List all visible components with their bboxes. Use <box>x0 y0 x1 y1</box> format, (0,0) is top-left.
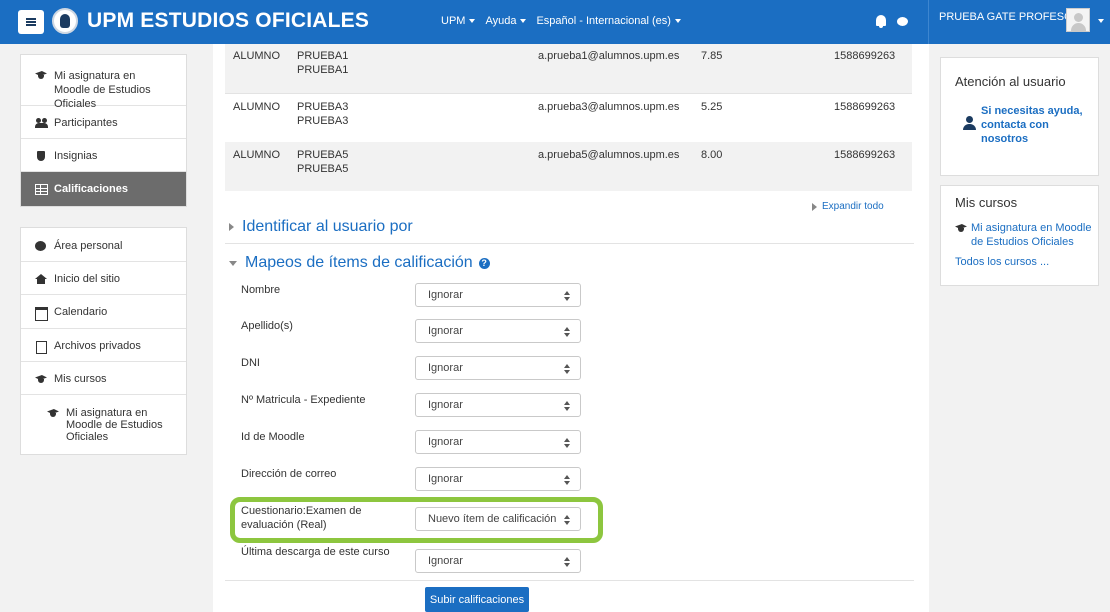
section-divider <box>225 243 914 244</box>
table-row: ALUMNO PRUEBA5 PRUEBA5 a.prueba5@alumnos… <box>225 142 912 191</box>
mapping-select-moodle-id[interactable]: Ignorar <box>415 430 581 454</box>
file-icon <box>35 341 48 354</box>
sidebar-item-dashboard[interactable]: Área personal <box>21 228 186 262</box>
mapping-select-dni[interactable]: Ignorar <box>415 356 581 380</box>
users-icon <box>35 118 48 128</box>
user-avatar[interactable] <box>1066 8 1090 32</box>
user-menu-caret-icon[interactable] <box>1098 19 1104 23</box>
calendar-icon <box>35 307 48 321</box>
course-nav-block: Mi asignatura en Moodle de Estudios Ofic… <box>20 54 187 207</box>
section-grade-mappings[interactable]: Mapeos de ítems de calificación ? <box>229 254 490 272</box>
site-brand[interactable]: UPM ESTUDIOS OFICIALES <box>87 9 369 33</box>
mapping-label: Nombre <box>241 284 281 296</box>
support-block: Atención al usuario Si necesitas ayuda, … <box>940 57 1099 176</box>
select-arrows-icon <box>564 557 570 567</box>
select-arrows-icon <box>564 438 570 448</box>
section-divider <box>225 580 914 581</box>
triangle-right-icon <box>812 202 817 211</box>
mapping-label: DNI <box>241 357 260 369</box>
triangle-right-icon <box>229 223 234 231</box>
nav-menu: UPM Ayuda Español - Internacional (es) <box>441 15 687 27</box>
right-sidebar: Atención al usuario Si necesitas ayuda, … <box>929 44 1110 612</box>
home-icon <box>35 274 48 284</box>
mapping-label: Dirección de correo <box>241 468 337 480</box>
table-row: ALUMNO PRUEBA3 PRUEBA3 a.prueba3@alumnos… <box>225 93 912 142</box>
main-content: ALUMNO PRUEBA1 PRUEBA1 a.prueba1@alumnos… <box>213 44 929 612</box>
mapping-select-last-download[interactable]: Ignorar <box>415 549 581 573</box>
menu-upm[interactable]: UPM <box>441 15 476 27</box>
graduation-cap-icon <box>35 70 48 80</box>
top-navbar: UPM ESTUDIOS OFICIALES UPM Ayuda Español… <box>0 0 1110 44</box>
menu-language[interactable]: Español - Internacional (es) <box>536 15 681 27</box>
menu-toggle-button[interactable] <box>18 10 44 34</box>
mapping-select-matricula[interactable]: Ignorar <box>415 393 581 417</box>
table-icon <box>35 184 48 195</box>
caret-down-icon <box>520 19 527 23</box>
upm-logo[interactable] <box>52 8 78 34</box>
graduation-cap-icon <box>955 223 968 233</box>
select-arrows-icon <box>564 364 570 374</box>
select-arrows-icon <box>564 401 570 411</box>
mapping-label: Id de Moodle <box>241 431 305 443</box>
graduation-cap-icon <box>47 408 60 418</box>
user-name[interactable]: PRUEBA GATE PROFESOR <box>939 11 1081 23</box>
sidebar-item-course[interactable]: Mi asignatura en Moodle de Estudios Ofic… <box>21 55 186 110</box>
expand-all-link[interactable]: Expandir todo <box>812 201 884 212</box>
select-arrows-icon <box>564 291 570 301</box>
section-identify-user[interactable]: Identificar al usuario por <box>229 218 413 236</box>
menu-ayuda[interactable]: Ayuda <box>485 15 527 27</box>
site-nav-block: Área personal Inicio del sitio Calendari… <box>20 227 187 455</box>
sidebar-item-private-files[interactable]: Archivos privados <box>21 329 186 362</box>
support-link[interactable]: Si necesitas ayuda, contacta con nosotro… <box>981 104 1096 146</box>
caret-down-icon <box>674 19 681 23</box>
triangle-down-icon <box>229 260 237 266</box>
mapping-label: Última descarga de este curso <box>241 546 390 558</box>
sidebar-item-calendar[interactable]: Calendario <box>21 295 186 329</box>
sidebar-item-my-courses[interactable]: Mis cursos <box>21 362 186 395</box>
left-sidebar: Mi asignatura en Moodle de Estudios Ofic… <box>0 44 205 612</box>
select-arrows-icon <box>564 475 570 485</box>
mapping-select-nombre[interactable]: Ignorar <box>415 283 581 307</box>
navbar-divider <box>928 0 929 44</box>
notifications-bell-icon[interactable] <box>876 15 886 28</box>
sidebar-item-my-course-entry[interactable]: Mi asignatura en Moodle de Estudios Ofic… <box>21 395 186 454</box>
mapping-select-apellidos[interactable]: Ignorar <box>415 319 581 343</box>
messages-chat-icon[interactable] <box>897 17 908 26</box>
help-icon[interactable]: ? <box>478 257 490 269</box>
my-courses-title: Mis cursos <box>955 195 1018 210</box>
select-arrows-icon <box>564 327 570 337</box>
highlight-annotation <box>230 497 603 543</box>
sidebar-item-grades[interactable]: Calificaciones <box>21 172 186 206</box>
graduation-cap-icon <box>35 374 48 384</box>
mapping-label: Apellido(s) <box>241 320 293 332</box>
mapping-label: Nº Matricula - Expediente <box>241 394 366 406</box>
sidebar-item-badges[interactable]: Insignias <box>21 139 186 172</box>
upload-grades-button[interactable]: Subir calificaciones <box>425 587 529 612</box>
support-person-icon <box>963 116 976 130</box>
sidebar-item-site-home[interactable]: Inicio del sitio <box>21 262 186 295</box>
caret-down-icon <box>469 19 476 23</box>
all-courses-link[interactable]: Todos los cursos ... <box>955 256 1049 268</box>
table-row: ALUMNO PRUEBA1 PRUEBA1 a.prueba1@alumnos… <box>225 44 912 93</box>
course-link[interactable]: Mi asignatura en Moodle de Estudios Ofic… <box>955 221 1095 249</box>
hamburger-icon <box>26 18 36 26</box>
support-title: Atención al usuario <box>955 74 1066 89</box>
mapping-select-email[interactable]: Ignorar <box>415 467 581 491</box>
shield-icon <box>35 151 48 161</box>
my-courses-block: Mis cursos Mi asignatura en Moodle de Es… <box>940 185 1099 286</box>
dashboard-icon <box>35 241 48 251</box>
